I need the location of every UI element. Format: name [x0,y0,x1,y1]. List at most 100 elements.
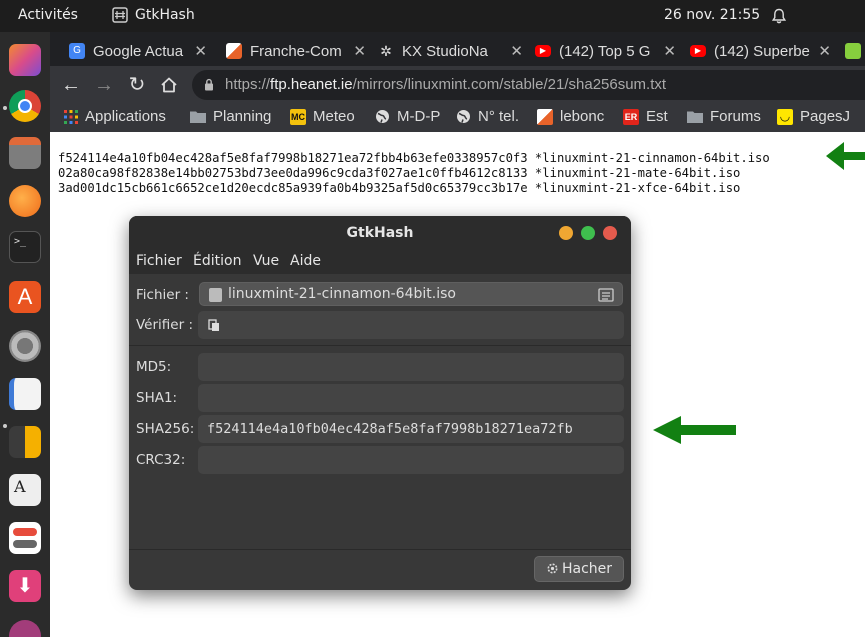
menu-bar: Fichier Édition Vue Aide [129,250,631,274]
folder-icon [687,111,703,123]
bookmark-est[interactable]: ER Est [623,108,668,125]
toggle-settings-icon[interactable] [9,522,41,554]
bookmark-m-d-p[interactable]: M-D-P [375,108,440,125]
md5-label: MD5: [136,359,172,375]
address-bar[interactable]: https://ftp.heanet.ie/mirrors/linuxmint.… [192,70,865,100]
maximize-button[interactable] [581,226,595,240]
browser-tab-bar: G Google Actua ✕ Franche-Com ✕ ✲ KX Stud… [50,32,865,66]
verify-input[interactable] [198,311,624,339]
md5-output[interactable] [198,353,624,381]
hash-button[interactable]: Hacher [534,556,624,582]
green-arrow-icon [653,416,736,444]
kx-studio-icon: ✲ [380,43,392,59]
close-tab-icon[interactable]: ✕ [510,42,523,60]
tab-franche-comte[interactable]: Franche-Com ✕ [226,36,366,66]
globe-icon [376,110,389,123]
youtube-icon: ▶ [535,45,551,57]
menu-aide[interactable]: Aide [290,253,321,269]
browser-toolbar: ← → ↻ https://ftp.heanet.ie/mirrors/linu… [50,66,865,104]
close-tab-icon[interactable]: ✕ [353,42,366,60]
file-name: linuxmint-21-cinnamon-64bit.iso [228,286,456,302]
tab-kx-studio[interactable]: ✲ KX StudioNa ✕ [378,36,523,66]
crc32-label: CRC32: [136,452,186,468]
chrome-icon[interactable] [9,90,41,122]
mc-icon: MC [290,108,306,125]
paste-icon[interactable] [208,318,220,332]
text-editor-icon[interactable] [9,378,41,410]
settings-gear-icon[interactable] [9,330,41,362]
gtkhash-app-icon [112,7,128,23]
downloader-icon[interactable]: ⬇ [9,570,41,602]
software-store-icon[interactable]: A [9,281,41,313]
separator [129,549,631,550]
globe-icon [457,110,470,123]
activities-button[interactable]: Activités [18,7,78,23]
tab-youtube-top5[interactable]: ▶ (142) Top 5 G ✕ [535,36,676,66]
sha256-line-xfce: 3ad001dc15cb661c6652ce1d20ecdc85a939fa0b… [58,181,741,195]
reload-icon[interactable]: ↻ [124,72,150,98]
app-name: GtkHash [135,7,195,23]
sha1-output[interactable] [198,384,624,412]
er-icon: ER [623,108,639,125]
files-icon[interactable] [9,137,41,169]
tab-youtube-superbe[interactable]: ▶ (142) Superbe ✕ [690,36,831,66]
clock[interactable]: 26 nov. 21:55 [664,7,760,23]
separator [129,345,631,346]
linuxmint-icon [845,43,861,59]
crc32-output[interactable] [198,446,624,474]
sha256-output[interactable]: f524114e4a10fb04ec428af5e8faf7998b18271e… [198,415,624,443]
close-tab-icon[interactable]: ✕ [818,42,831,60]
bookmark-pagesj[interactable]: ◡ PagesJ [777,108,850,125]
menu-fichier[interactable]: Fichier [136,253,182,269]
tab-linuxmint-partial[interactable] [845,36,865,66]
app-icon-partial[interactable] [9,620,41,637]
forward-arrow-icon[interactable]: → [91,72,117,98]
gear-icon [547,563,558,574]
mandarin-icon[interactable] [9,185,41,217]
leboncoin-icon [537,108,553,125]
file-icon [209,288,222,302]
minimize-button[interactable] [559,226,573,240]
menu-edition[interactable]: Édition [193,253,241,269]
running-indicator [3,424,7,428]
close-tab-icon[interactable]: ✕ [194,42,207,60]
pagesjaunes-icon: ◡ [777,108,793,125]
window-title: GtkHash [129,216,631,250]
sha1-label: SHA1: [136,390,178,406]
file-open-icon [598,288,614,302]
franche-comte-icon [226,43,242,59]
home-icon[interactable] [156,72,182,98]
font-viewer-icon[interactable]: A [9,474,41,506]
tab-google-actualites[interactable]: G Google Actua ✕ [69,36,207,66]
bookmark-forums[interactable]: Forums [687,108,761,125]
close-button[interactable] [603,226,617,240]
close-tab-icon[interactable]: ✕ [663,42,676,60]
file-chooser-button[interactable]: linuxmint-21-cinnamon-64bit.iso [199,282,623,306]
url-text[interactable]: https://ftp.heanet.ie/mirrors/linuxmint.… [225,76,666,93]
bookmark-planning[interactable]: Planning [190,108,271,125]
verify-label: Vérifier : [136,317,193,333]
google-news-icon: G [69,43,85,59]
green-arrow-icon [826,142,865,170]
bookmark-applications[interactable]: Applications [64,108,166,125]
back-arrow-icon[interactable]: ← [58,72,84,98]
bookmark-leboncoin[interactable]: lebonc [537,108,604,125]
app-grid-icon[interactable] [9,44,41,76]
terminal-icon[interactable]: >_ [9,231,41,263]
dock: >_ A A ⬇ [0,32,50,637]
lock-icon[interactable] [204,78,214,91]
notification-bell-icon[interactable] [772,8,786,24]
bookmark-meteo[interactable]: MC Meteo [290,108,355,125]
gtkhash-window: GtkHash Fichier Édition Vue Aide Fichier… [129,216,631,590]
folder-icon [190,111,206,123]
bookmarks-bar: Applications Planning MC Meteo M-D-P N° … [50,104,865,132]
bookmark-n-tel[interactable]: N° tel. [456,108,519,125]
sha256-line-cinnamon: f524114e4a10fb04ec428af5e8faf7998b18271e… [58,151,770,165]
top-bar: Activités GtkHash 26 nov. 21:55 [0,0,865,32]
file-label: Fichier : [136,287,189,303]
calculator-icon[interactable] [9,426,41,458]
running-indicator [3,106,7,110]
app-menu[interactable]: GtkHash [112,7,195,23]
sha256-line-mate: 02a80ca98f82838e14bb02753bd73ee0da996c9c… [58,166,741,180]
menu-vue[interactable]: Vue [253,253,279,269]
